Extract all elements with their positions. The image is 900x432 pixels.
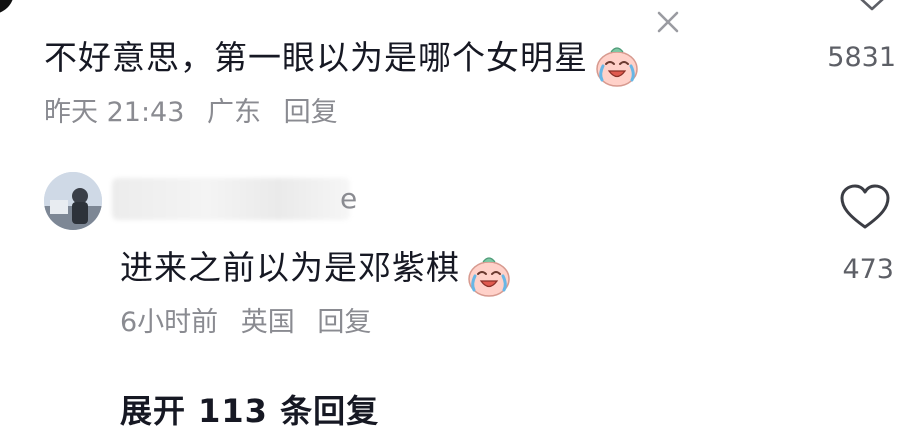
comment-time: 6小时前 (120, 307, 219, 338)
comment-text: 进来之前以为是邓紫棋 (120, 248, 460, 287)
comment-2: 进来之前以为是邓紫棋 (120, 248, 513, 298)
reply-button[interactable]: 回复 (317, 307, 371, 338)
comment-1: 不好意思，第一眼以为是哪个女明星 (44, 38, 641, 88)
laugh-cry-emoji-icon (596, 46, 638, 87)
laugh-cry-emoji-icon (468, 256, 510, 297)
chevron-down-icon[interactable] (856, 0, 888, 16)
comment-time: 昨天 21:43 (44, 97, 185, 128)
username-blurred (112, 178, 350, 220)
expand-replies-button[interactable]: 展开 113 条回复 (120, 386, 379, 432)
avatar-image (44, 172, 102, 230)
close-icon[interactable] (654, 8, 682, 36)
username-suffix: e (340, 182, 358, 215)
like-count: 473 (842, 254, 894, 285)
comment-meta: 昨天 21:43 广东 回复 (44, 96, 352, 130)
reply-button[interactable]: 回复 (284, 97, 338, 128)
like-count: 5831 (827, 42, 896, 73)
comment-location: 英国 (240, 307, 295, 338)
corner-avatar-edge (0, 0, 14, 14)
comment-location: 广东 (207, 97, 261, 128)
avatar[interactable] (44, 172, 102, 230)
comment-text: 不好意思，第一眼以为是哪个女明星 (44, 38, 588, 77)
heart-icon[interactable] (838, 183, 892, 231)
comment-meta: 6小时前 英国 回复 (120, 306, 385, 340)
